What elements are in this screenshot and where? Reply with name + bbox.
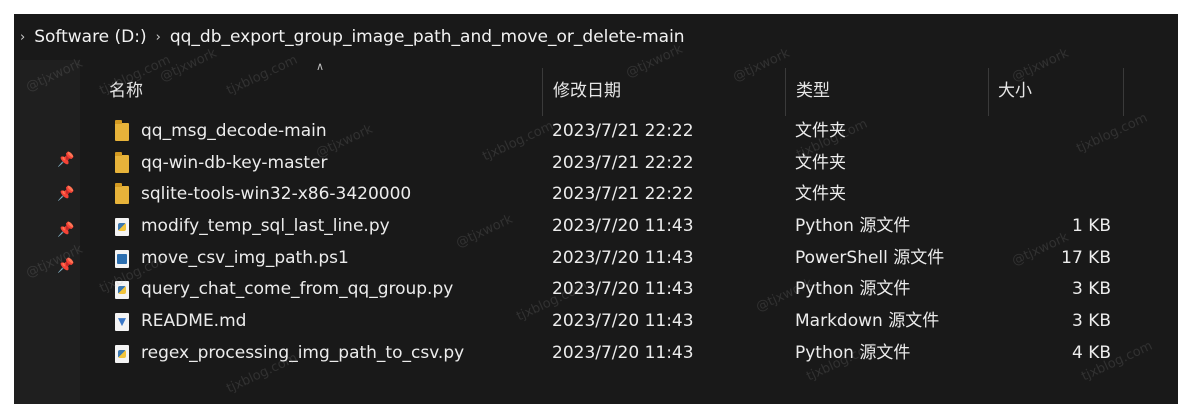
folder-icon — [115, 151, 129, 173]
folder-icon — [115, 183, 129, 205]
file-size — [1030, 148, 1111, 180]
pin-icon[interactable]: 📌 — [57, 186, 74, 202]
column-divider[interactable] — [988, 68, 989, 116]
file-type: PowerShell 源文件 — [795, 247, 945, 268]
file-size: 3 KB — [1071, 279, 1111, 300]
file-type: 文件夹 — [795, 152, 846, 173]
file-name: sqlite-tools-win32-x86-3420000 — [141, 184, 412, 205]
file-explorer-window: › Software (D:) › qq_db_export_group_ima… — [14, 14, 1178, 404]
column-header-bar: ∧ 名称 修改日期 类型 大小 — [80, 60, 1178, 116]
file-size: 1 KB — [1071, 216, 1111, 237]
file-modified: 2023/7/20 11:43 — [552, 279, 694, 300]
file-modified: 2023/7/20 11:43 — [552, 342, 694, 363]
list-item[interactable]: query_chat_come_from_qq_group.py 2023/7/… — [80, 274, 1178, 306]
file-type: Python 源文件 — [795, 216, 911, 237]
file-name: query_chat_come_from_qq_group.py — [141, 279, 454, 300]
column-header-type[interactable]: 类型 — [796, 60, 830, 116]
sort-ascending-icon: ∧ — [316, 60, 325, 73]
column-divider[interactable] — [785, 68, 786, 116]
file-type: 文件夹 — [795, 121, 846, 141]
folder-icon — [115, 120, 129, 141]
file-modified: 2023/7/20 11:43 — [552, 311, 694, 332]
list-item[interactable]: move_csv_img_path.ps1 2023/7/20 11:43 Po… — [80, 243, 1178, 275]
file-name: modify_temp_sql_last_line.py — [141, 216, 390, 237]
breadcrumb-drive[interactable]: Software (D:) — [34, 27, 146, 47]
pin-icon[interactable]: 📌 — [57, 222, 74, 238]
file-name: README.md — [141, 311, 247, 332]
markdown-file-icon — [115, 313, 129, 332]
file-size: 4 KB — [1071, 342, 1111, 363]
pin-icon[interactable]: 📌 — [57, 152, 74, 168]
chevron-right-icon[interactable]: › — [20, 30, 25, 45]
file-type: Python 源文件 — [795, 342, 911, 363]
file-size — [1030, 116, 1111, 148]
file-type: Python 源文件 — [795, 279, 911, 300]
column-header-modified[interactable]: 修改日期 — [553, 60, 621, 116]
powershell-file-icon — [115, 249, 129, 268]
column-divider[interactable] — [1123, 68, 1124, 116]
navigation-pane: 📌 📌 📌 📌 — [14, 60, 80, 404]
list-item[interactable]: README.md 2023/7/20 11:43 Markdown 源文件 3… — [80, 306, 1178, 338]
list-item[interactable]: sqlite-tools-win32-x86-3420000 2023/7/21… — [80, 179, 1178, 211]
file-name: qq-win-db-key-master — [141, 152, 328, 173]
list-item[interactable]: regex_processing_img_path_to_csv.py 2023… — [80, 338, 1178, 370]
file-size — [1030, 179, 1111, 211]
file-modified: 2023/7/20 11:43 — [552, 216, 694, 237]
column-header-name[interactable]: 名称 — [109, 60, 143, 116]
file-name: move_csv_img_path.ps1 — [141, 247, 349, 268]
python-file-icon — [115, 344, 129, 363]
list-item[interactable]: qq_msg_decode-main 2023/7/21 22:22 文件夹 — [80, 116, 1178, 148]
file-name: qq_msg_decode-main — [141, 121, 327, 141]
list-item[interactable]: qq-win-db-key-master 2023/7/21 22:22 文件夹 — [80, 148, 1178, 180]
file-modified: 2023/7/21 22:22 — [552, 121, 694, 141]
file-type: Markdown 源文件 — [795, 311, 940, 332]
breadcrumb: › Software (D:) › qq_db_export_group_ima… — [14, 14, 1178, 60]
python-file-icon — [115, 281, 129, 300]
file-type: 文件夹 — [795, 184, 846, 205]
file-list: qq_msg_decode-main 2023/7/21 22:22 文件夹 q… — [80, 116, 1178, 370]
file-size: 17 KB — [1061, 247, 1111, 268]
file-modified: 2023/7/20 11:43 — [552, 247, 694, 268]
column-header-size[interactable]: 大小 — [998, 60, 1032, 116]
file-size: 3 KB — [1071, 311, 1111, 332]
file-modified: 2023/7/21 22:22 — [552, 184, 694, 205]
pin-icon[interactable]: 📌 — [57, 258, 74, 274]
file-name: regex_processing_img_path_to_csv.py — [141, 342, 465, 363]
list-item[interactable]: modify_temp_sql_last_line.py 2023/7/20 1… — [80, 211, 1178, 243]
column-divider[interactable] — [542, 68, 543, 116]
file-modified: 2023/7/21 22:22 — [552, 152, 694, 173]
python-file-icon — [115, 218, 129, 237]
chevron-right-icon[interactable]: › — [156, 30, 161, 45]
breadcrumb-folder[interactable]: qq_db_export_group_image_path_and_move_o… — [170, 27, 685, 47]
